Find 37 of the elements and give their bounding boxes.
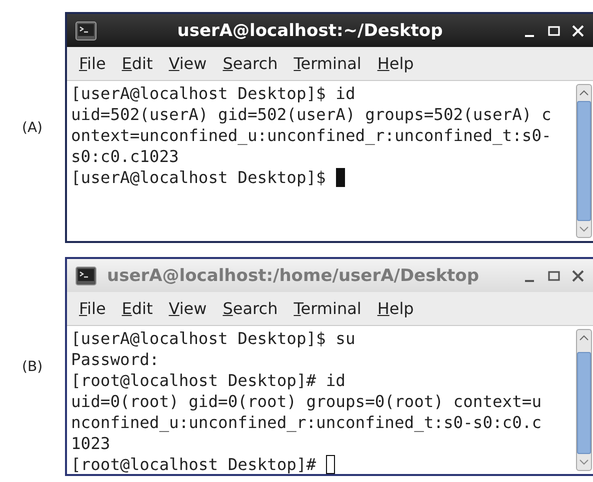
close-button[interactable]	[571, 268, 585, 282]
menu-item[interactable]: Terminal	[288, 297, 368, 320]
scroll-thumb[interactable]	[577, 352, 591, 454]
menu-item[interactable]: Help	[371, 52, 420, 75]
terminal-line: [userA@localhost Desktop]$ id	[71, 83, 356, 104]
panel-label: (A)	[21, 120, 44, 136]
terminal-line: uid=502(userA) gid=502(userA) groups=502(userA) c	[71, 104, 552, 125]
maximize-button[interactable]	[547, 268, 561, 282]
terminal-line: [root@localhost Desktop]#	[71, 454, 318, 474]
scroll-thumb[interactable]	[577, 101, 591, 221]
terminal-line: uid=0(root) gid=0(root) groups=0(root) context=u	[71, 391, 542, 412]
terminal-icon	[75, 266, 97, 286]
menu-item[interactable]: File	[73, 297, 112, 320]
menu-item[interactable]: View	[162, 52, 213, 75]
menu-item[interactable]: View	[162, 297, 213, 320]
terminal-line: 1023	[71, 433, 110, 454]
scrollbar[interactable]	[576, 329, 592, 471]
terminal-line: Password:	[71, 349, 160, 370]
scrollbar[interactable]	[576, 84, 592, 238]
terminal-icon	[75, 20, 97, 40]
menu-item[interactable]: Search	[216, 52, 284, 75]
terminal-line: ontext=unconfined_u:unconfined_r:unconfined_t:s0-	[71, 125, 552, 146]
terminal-line: [userA@localhost Desktop]$	[71, 167, 327, 188]
window-title: userA@localhost:/home/userA/Desktop	[107, 266, 480, 286]
menu-item[interactable]: Terminal	[288, 52, 368, 75]
menu-item[interactable]: Edit	[116, 52, 159, 75]
terminal-line: [root@localhost Desktop]# id	[71, 370, 346, 391]
menu-item[interactable]: Edit	[116, 297, 159, 320]
terminal-line: [userA@localhost Desktop]$ su	[71, 328, 356, 349]
maximize-button[interactable]	[547, 24, 561, 38]
window-title: userA@localhost:~/Desktop	[176, 20, 444, 40]
menu-item[interactable]: File	[73, 52, 112, 75]
menu-item[interactable]: Search	[216, 297, 284, 320]
terminal-line: s0:c0.c1023	[71, 146, 179, 167]
panel-label: (B)	[21, 358, 44, 374]
menu-item[interactable]: Help	[371, 297, 420, 320]
terminal-line: nconfined_u:unconfined_r:unconfined_t:s0-s0:c0.c	[71, 412, 542, 433]
